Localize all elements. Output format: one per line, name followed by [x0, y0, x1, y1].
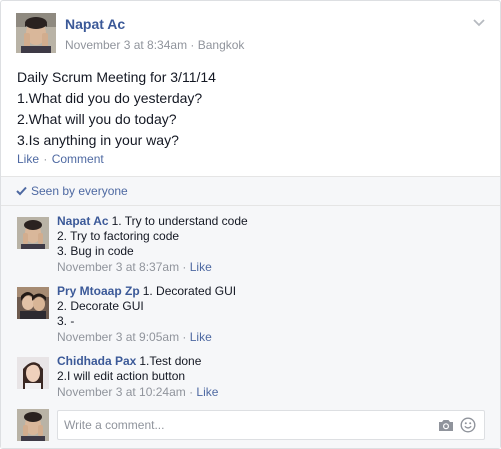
meta-separator: ·: [185, 385, 197, 399]
comment-text: 2. Decorate GUI: [57, 299, 144, 313]
comment-text: 1.Test done: [139, 354, 202, 368]
action-separator: ·: [40, 152, 51, 166]
comment-author[interactable]: Napat Ac: [57, 214, 109, 228]
comment-timestamp[interactable]: November 3 at 9:05am: [57, 330, 179, 344]
comment-text: 1. Decorated GUI: [142, 284, 237, 298]
comment-link[interactable]: Comment: [52, 152, 104, 166]
comment-timestamp[interactable]: November 3 at 8:37am: [57, 260, 179, 274]
smiley-icon[interactable]: [460, 417, 476, 433]
comment-input[interactable]: [64, 415, 424, 435]
comment-body: Chidhada Pax 1.Test done 2.I will edit ac…: [57, 354, 218, 400]
post-line: Daily Scrum Meeting for 3/11/14: [17, 69, 216, 85]
post-timestamp[interactable]: November 3 at 8:34am: [65, 38, 187, 52]
camera-icon[interactable]: [438, 418, 454, 432]
current-user-avatar[interactable]: [17, 409, 49, 441]
feedback-section: Seen by everyone Napat Ac 1. Try to under…: [1, 177, 500, 448]
post-line: 2.What will you do today?: [17, 111, 177, 127]
chevron-down-icon[interactable]: [472, 16, 486, 28]
commenter-avatar[interactable]: [17, 287, 49, 319]
seen-by-label: Seen by everyone: [31, 184, 128, 198]
comment-text: 3. -: [57, 314, 75, 328]
comment-meta: November 3 at 9:05am · Like: [57, 330, 236, 345]
post-card: Napat Ac November 3 at 8:34am · Bangkok …: [0, 0, 501, 449]
comment-text: 2. Try to factoring code: [57, 229, 180, 243]
comment-text: 3. Bug in code: [57, 244, 134, 258]
comment-author[interactable]: Pry Mtoaap Zp: [57, 284, 140, 298]
divider: [1, 205, 500, 206]
comment-meta: November 3 at 10:24am · Like: [57, 385, 218, 400]
post-body: Daily Scrum Meeting for 3/11/14 1.What d…: [17, 67, 216, 151]
post-header: Napat Ac November 3 at 8:34am · Bangkok: [16, 13, 486, 57]
comment-text: 2.I will edit action button: [57, 369, 186, 383]
comment-text: 1. Try to understand code: [111, 214, 248, 228]
comment-body: Napat Ac 1. Try to understand code 2. Try…: [57, 214, 248, 275]
checkmark-icon: [16, 186, 27, 196]
post-location[interactable]: Bangkok: [198, 38, 245, 52]
meta-separator: ·: [179, 330, 190, 344]
meta-separator: ·: [187, 38, 198, 52]
comment-like-link[interactable]: Like: [190, 260, 212, 274]
comment-like-link[interactable]: Like: [190, 330, 212, 344]
post-actions: Like · Comment: [17, 152, 104, 166]
commenter-avatar[interactable]: [17, 357, 49, 389]
comment-timestamp[interactable]: November 3 at 10:24am: [57, 385, 186, 399]
post-line: 3.Is anything in your way?: [17, 132, 179, 148]
comment-input-box: [57, 410, 485, 440]
commenter-avatar[interactable]: [17, 217, 49, 249]
comment-composer: [17, 409, 487, 443]
author-avatar[interactable]: [16, 13, 56, 53]
post-line: 1.What did you do yesterday?: [17, 90, 203, 106]
meta-separator: ·: [179, 260, 190, 274]
like-link[interactable]: Like: [17, 152, 39, 166]
comment-author[interactable]: Chidhada Pax: [57, 354, 136, 368]
comment-like-link[interactable]: Like: [196, 385, 218, 399]
post-meta: November 3 at 8:34am · Bangkok: [65, 38, 244, 52]
comment-body: Pry Mtoaap Zp 1. Decorated GUI 2. Decorat…: [57, 284, 236, 345]
comment-meta: November 3 at 8:37am · Like: [57, 260, 248, 275]
seen-by-row[interactable]: Seen by everyone: [16, 184, 128, 198]
post-author-name[interactable]: Napat Ac: [65, 16, 125, 32]
